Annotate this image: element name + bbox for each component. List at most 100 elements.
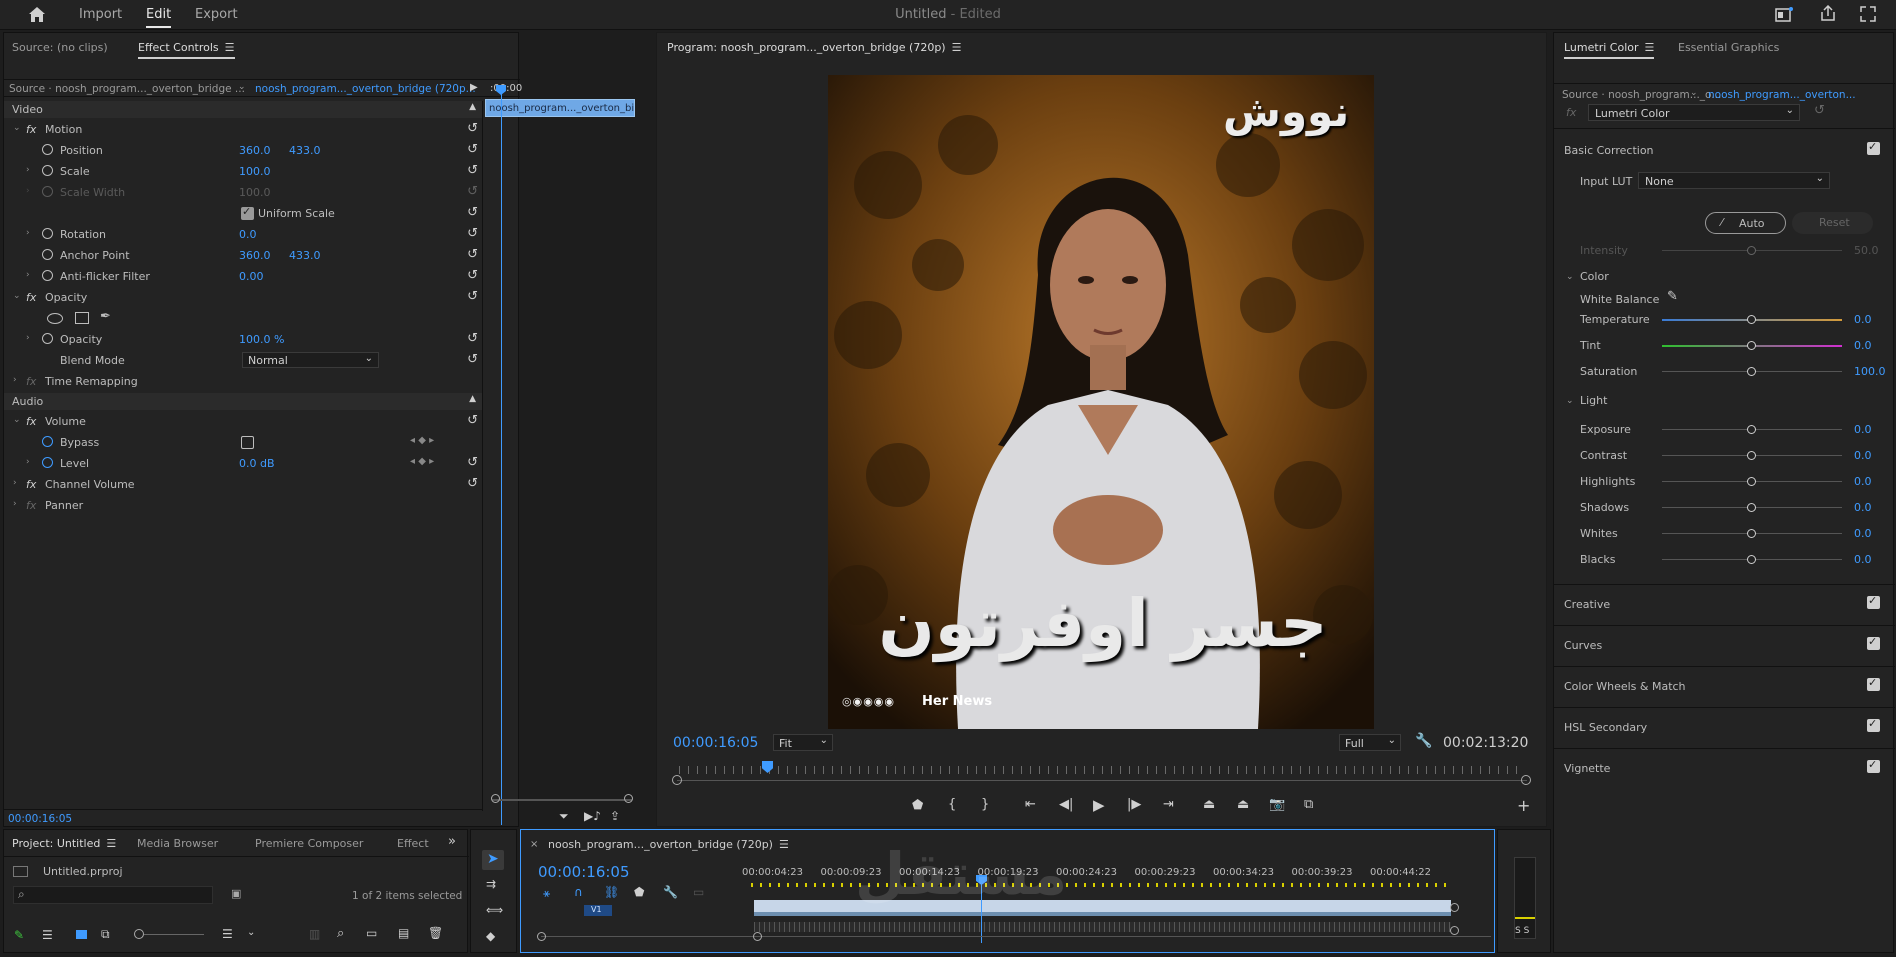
tab-program[interactable]: Program: noosh_program..._overton_bridge… (667, 41, 961, 54)
reset-icon[interactable]: ↺ (467, 163, 478, 178)
play-only-icon[interactable]: ▶ (470, 82, 478, 93)
saturation-slider-knob[interactable] (1747, 367, 1756, 376)
keyframe-nav-icon[interactable]: ◂ ◆ ▸ (410, 435, 434, 446)
bypass-checkbox[interactable] (241, 436, 254, 449)
zoom-select[interactable]: Fit ⌄ (773, 734, 833, 751)
whites-slider-knob[interactable] (1747, 529, 1756, 538)
light-section-header[interactable]: Light (1580, 394, 1607, 407)
video-clip[interactable] (754, 900, 1451, 912)
whites-value[interactable]: 0.0 (1854, 527, 1872, 540)
more-tabs-icon[interactable]: » (448, 834, 456, 849)
stopwatch-icon[interactable] (42, 165, 53, 176)
chevron-right-icon[interactable]: › (26, 457, 30, 467)
blacks-value[interactable]: 0.0 (1854, 553, 1872, 566)
export-frame-icon[interactable]: ⇪ (610, 809, 620, 823)
exposure-value[interactable]: 0.0 (1854, 423, 1872, 436)
chevron-down-icon[interactable]: ⌄ (13, 415, 21, 425)
new-item-icon[interactable]: ▤ (398, 926, 409, 940)
section-color-wheels-match[interactable]: Color Wheels & Match (1564, 680, 1686, 693)
chevron-right-icon[interactable]: › (26, 228, 30, 238)
chevron-down-icon[interactable]: ⌄ (1566, 396, 1574, 406)
track-height-handle[interactable] (1450, 903, 1459, 912)
pen-mask-icon[interactable]: ✒ (100, 309, 111, 324)
add-button-icon[interactable]: + (1517, 796, 1530, 815)
temperature-slider-knob[interactable] (1747, 315, 1756, 324)
zoom-handle-left[interactable] (672, 775, 682, 785)
track-select-icon[interactable]: ⇉ (486, 877, 496, 891)
filter-icon[interactable]: ⏷ (559, 809, 569, 824)
tab-essential-graphics[interactable]: Essential Graphics (1678, 41, 1779, 54)
panel-menu-icon[interactable]: ☰ (106, 837, 116, 850)
solo-buttons[interactable]: S S (1515, 926, 1529, 936)
tint-value[interactable]: 0.0 (1854, 339, 1872, 352)
ripple-edit-icon[interactable]: ⟺ (486, 903, 503, 917)
tab-media-browser[interactable]: Media Browser (137, 837, 218, 850)
panel-menu-icon[interactable]: ☰ (225, 41, 235, 54)
temperature-value[interactable]: 0.0 (1854, 313, 1872, 326)
tab-premiere-composer[interactable]: Premiere Composer (255, 837, 363, 850)
opacity-value[interactable]: 100.0 % (239, 333, 284, 346)
tab-lumetri-color[interactable]: Lumetri Color ☰ (1564, 41, 1655, 59)
ec-zoom-scrollbar[interactable] (492, 799, 632, 801)
saturation-value[interactable]: 100.0 (1854, 365, 1886, 378)
input-lut-select[interactable]: None ⌄ (1638, 172, 1830, 189)
contrast-value[interactable]: 0.0 (1854, 449, 1872, 462)
time-remapping-row[interactable]: › fx Time Remapping (4, 371, 482, 392)
add-marker-icon[interactable]: ⬟ (634, 885, 644, 899)
scrollbar-handle-right[interactable] (624, 794, 633, 803)
close-icon[interactable]: × (530, 839, 538, 850)
timeline-playhead-line[interactable] (981, 877, 982, 943)
play-icon[interactable]: ▶ (1093, 796, 1105, 814)
track-v1-target[interactable]: V1 (584, 905, 612, 916)
section-checkbox[interactable] (1867, 758, 1880, 773)
scale-value[interactable]: 100.0 (239, 165, 271, 178)
section-checkbox[interactable] (1867, 717, 1880, 732)
captions-icon[interactable]: ▭ (693, 885, 704, 899)
ec-clip-bar[interactable]: noosh_program..._overton_bi (485, 99, 635, 117)
reset-icon[interactable]: ↺ (467, 413, 478, 428)
highlights-value[interactable]: 0.0 (1854, 475, 1872, 488)
reset-icon[interactable]: ↺ (467, 455, 478, 470)
basic-correction-checkbox[interactable] (1867, 140, 1880, 155)
auto-button[interactable]: ⁄ Auto (1705, 212, 1786, 234)
stopwatch-icon[interactable] (42, 249, 53, 260)
stopwatch-icon[interactable] (42, 270, 53, 281)
section-checkbox[interactable] (1867, 594, 1880, 609)
zoom-handle-right[interactable] (1521, 775, 1531, 785)
section-creative[interactable]: Creative (1564, 598, 1610, 611)
reset-icon[interactable]: ↺ (467, 289, 478, 304)
stopwatch-icon[interactable] (42, 228, 53, 239)
camera-icon[interactable]: 📷 (1269, 797, 1285, 812)
go-to-out-icon[interactable]: ⇥ (1163, 797, 1174, 812)
chevron-right-icon[interactable]: › (13, 499, 17, 509)
stopwatch-icon[interactable] (42, 333, 53, 344)
level-value[interactable]: 0.0 dB (239, 457, 275, 470)
add-marker-icon[interactable]: ⬟ (912, 798, 923, 813)
keyframe-nav-icon[interactable]: ◂ ◆ ▸ (410, 456, 434, 467)
icon-view-icon[interactable] (76, 930, 87, 939)
zoom-slider-track[interactable] (144, 934, 204, 935)
workspace-icon[interactable] (1775, 7, 1793, 22)
exposure-slider-knob[interactable] (1747, 425, 1756, 434)
chevron-down-icon[interactable]: ⌄ (1566, 272, 1574, 282)
automate-icon[interactable]: ▥ (309, 927, 320, 941)
chevron-right-icon[interactable]: › (26, 333, 30, 343)
pencil-icon[interactable]: ✎ (14, 928, 24, 942)
panner-row[interactable]: › fx Panner (4, 495, 482, 516)
section-checkbox[interactable] (1867, 635, 1880, 650)
panel-menu-icon[interactable]: ☰ (952, 41, 962, 54)
channel-volume-row[interactable]: › fx Channel Volume ↺ (4, 474, 482, 495)
ec-playhead[interactable] (501, 85, 502, 825)
panel-menu-icon[interactable]: ☰ (1645, 41, 1655, 54)
sequence-label[interactable]: noosh_program..._overton_bridge (720p... (255, 83, 476, 95)
sequence-tab[interactable]: noosh_program..._overton_bridge (720p) ☰ (548, 838, 789, 851)
eyedropper-icon[interactable]: ✎ (1667, 289, 1678, 304)
antiflicker-value[interactable]: 0.00 (239, 270, 264, 283)
lumetri-sequence-label[interactable]: noosh_program..._overton... (1708, 89, 1856, 101)
mark-out-icon[interactable]: } (981, 797, 989, 812)
collapse-icon[interactable]: ▲ (469, 102, 476, 112)
blend-mode-select[interactable]: Normal ⌄ (242, 352, 379, 368)
ec-timecode[interactable]: 00:00:16:05 (8, 813, 72, 825)
scroll-handle-right[interactable] (753, 932, 762, 941)
freeform-view-icon[interactable]: ⧉ (101, 927, 110, 942)
